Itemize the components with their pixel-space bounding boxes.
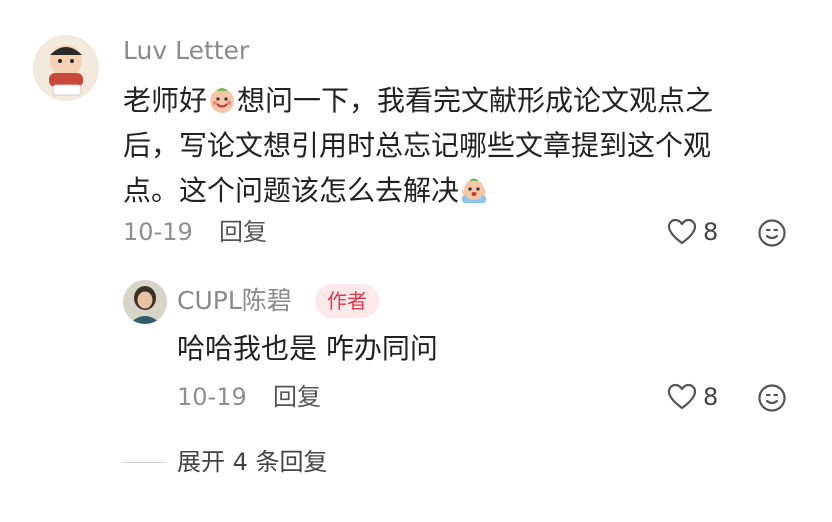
comment-text: 老师好 想问一下，我看完文献形成论文观点之 后，写论文想引用时总忘记哪些文章提到这… <box>123 78 783 213</box>
avatar[interactable] <box>33 35 99 101</box>
comment-line-3: 点。这个问题该怎么去解决 <box>123 168 783 213</box>
reply-username[interactable]: CUPL陈碧 <box>177 286 292 316</box>
reply-reply-button[interactable]: 回复 <box>273 382 321 412</box>
comment-line-2: 后，写论文想引用时总忘记哪些文章提到这个观 <box>123 129 712 162</box>
reply-date: 10-19 <box>177 383 247 411</box>
comment-date: 10-19 <box>123 218 193 246</box>
reply-avatar[interactable] <box>123 280 167 324</box>
sticker-emoji-icon <box>207 83 237 113</box>
like-count: 8 <box>703 218 719 246</box>
comment-username[interactable]: Luv Letter <box>123 36 249 66</box>
smile-icon[interactable] <box>757 383 787 413</box>
comment-line-1: 老师好 想问一下，我看完文献形成论文观点之 <box>123 83 714 117</box>
heart-icon[interactable] <box>667 218 697 246</box>
sticker-worried-icon <box>459 173 489 203</box>
divider <box>123 462 165 463</box>
expand-replies-button[interactable]: 展开 4 条回复 <box>177 447 328 477</box>
heart-icon[interactable] <box>667 383 697 411</box>
smile-icon[interactable] <box>757 218 787 248</box>
author-badge: 作者 <box>315 284 379 318</box>
reply-like-count: 8 <box>703 383 719 411</box>
reply-button[interactable]: 回复 <box>219 217 267 247</box>
reply-text: 哈哈我也是 咋办同问 <box>177 332 438 365</box>
